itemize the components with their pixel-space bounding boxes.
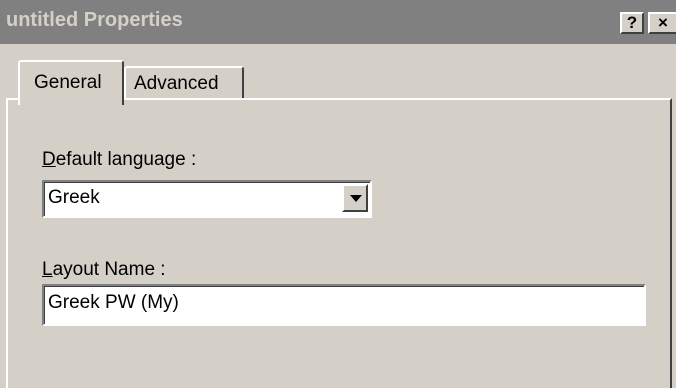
- default-language-dropdown-button[interactable]: [342, 184, 368, 212]
- layout-name-label: Layout Name :: [42, 259, 166, 281]
- window-title: untitled Properties: [6, 9, 183, 31]
- default-language-value: Greek: [48, 187, 100, 208]
- default-language-label-text: efault language :: [55, 149, 197, 170]
- tab-general[interactable]: General: [18, 60, 124, 105]
- default-language-label: Default language :: [42, 149, 196, 171]
- default-language-select[interactable]: Greek: [42, 180, 372, 218]
- tab-advanced[interactable]: Advanced: [124, 66, 244, 100]
- close-button[interactable]: ×: [648, 12, 676, 34]
- chevron-down-icon: [350, 195, 362, 202]
- layout-name-field[interactable]: Greek PW (My): [42, 284, 646, 326]
- default-language-mnemonic: D: [42, 149, 56, 170]
- tab-advanced-label: Advanced: [134, 73, 219, 94]
- layout-name-label-text: ayout Name :: [52, 259, 166, 280]
- layout-name-mnemonic: L: [42, 259, 53, 280]
- title-bar[interactable]: untitled Properties ? ×: [0, 0, 676, 44]
- tab-general-label: General: [34, 72, 102, 93]
- general-tab-panel: [6, 98, 672, 388]
- layout-name-value: Greek PW (My): [48, 292, 179, 313]
- help-button[interactable]: ?: [620, 12, 644, 34]
